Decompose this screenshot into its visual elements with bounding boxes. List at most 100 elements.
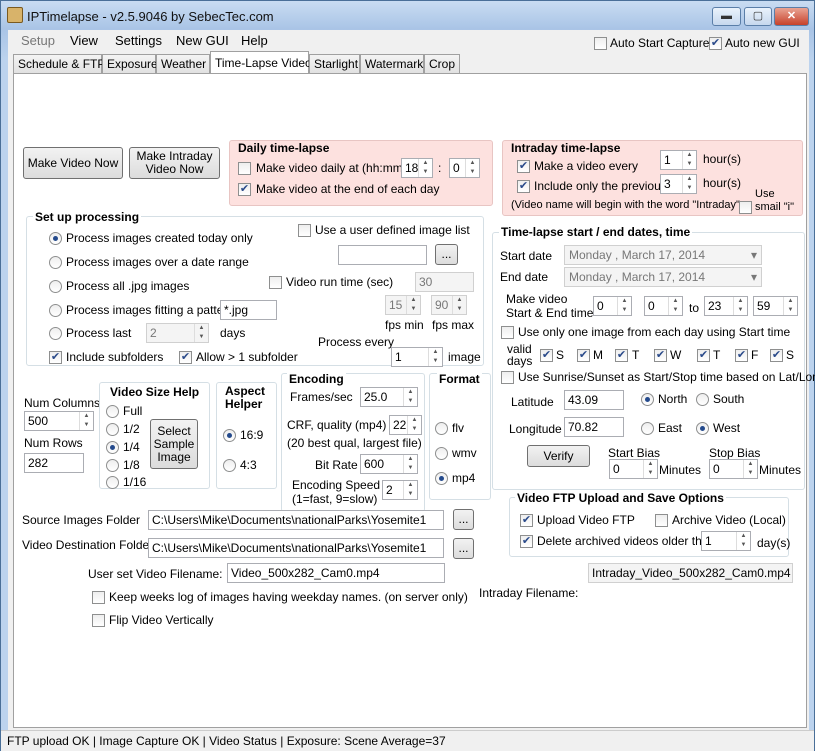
spin-arrows-icon[interactable]: ▲ ▼ [406,296,420,314]
east-radio[interactable] [641,422,654,435]
dest-folder-browse-button[interactable]: ... [453,538,474,559]
spin-arrows-icon[interactable]: ▲ ▼ [682,175,696,193]
process-every-spinner[interactable]: 1 ▲ ▼ [391,347,443,367]
pattern-radio[interactable] [49,304,62,317]
spin-arrows-icon[interactable]: ▲ ▼ [452,296,466,314]
minimize-button[interactable]: ▬ [712,7,741,26]
start-bias-spinner[interactable]: 0 ▲ ▼ [609,459,658,479]
previous-hours-spinner[interactable]: 3 ▲ ▼ [660,174,697,194]
tab-exposure[interactable]: Exposure [102,54,158,74]
weekday-sat-checkbox[interactable]: ✔ [770,349,783,362]
spin-arrows-icon[interactable]: ▲ ▼ [783,297,797,315]
make-daily-checkbox[interactable] [238,162,251,175]
every-hours-spinner[interactable]: 1 ▲ ▼ [660,150,697,170]
select-sample-image-button[interactable]: Select Sample Image [150,419,198,469]
close-button[interactable]: ✕ [774,7,809,26]
today-only-radio[interactable] [49,232,62,245]
all-jpg-radio[interactable] [49,280,62,293]
menu-settings[interactable]: Settings [115,33,162,48]
weekday-fri-checkbox[interactable]: ✔ [735,349,748,362]
auto-new-gui-checkbox[interactable]: ✔ [709,37,722,50]
daily-hour-spinner[interactable]: 18 ▲ ▼ [401,158,433,178]
weekday-sun-checkbox[interactable]: ✔ [540,349,553,362]
tab-starlight[interactable]: Starlight [309,54,360,74]
spin-arrows-icon[interactable]: ▲ ▼ [668,297,682,315]
flip-video-checkbox[interactable] [92,614,105,627]
user-list-checkbox[interactable] [298,224,311,237]
delete-days-spinner[interactable]: 1 ▲ ▼ [701,531,751,551]
user-list-input[interactable] [338,245,427,265]
format-wmv-radio[interactable] [435,447,448,460]
date-range-radio[interactable] [49,256,62,269]
archive-video-checkbox[interactable] [655,514,668,527]
start-hour-spinner[interactable]: 0 ▲ ▼ [593,296,632,316]
fps-spinner[interactable]: 25.0 ▲ ▼ [360,387,418,407]
spin-arrows-icon[interactable]: ▲ ▼ [428,348,442,366]
make-every-checkbox[interactable]: ✔ [517,160,530,173]
north-radio[interactable] [641,393,654,406]
end-minute-spinner[interactable]: 59 ▲ ▼ [753,296,798,316]
source-folder-browse-button[interactable]: ... [453,509,474,530]
tab-watermark[interactable]: Watermark [360,54,424,74]
weekday-tue-checkbox[interactable]: ✔ [615,349,628,362]
process-last-radio[interactable] [49,327,62,340]
calendar-dropdown-icon[interactable]: ▾ [751,270,757,284]
menu-view[interactable]: View [70,33,98,48]
upload-ftp-checkbox[interactable]: ✔ [520,514,533,527]
spin-arrows-icon[interactable]: ▲ ▼ [403,481,417,499]
fps-min-spinner[interactable]: 15 ▲ ▼ [385,295,421,315]
spin-arrows-icon[interactable]: ▲ ▼ [79,412,93,430]
weekday-thu-checkbox[interactable]: ✔ [697,349,710,362]
calendar-dropdown-icon[interactable]: ▾ [751,248,757,262]
format-flv-radio[interactable] [435,422,448,435]
spin-arrows-icon[interactable]: ▲ ▼ [682,151,696,169]
spin-arrows-icon[interactable]: ▲ ▼ [643,460,657,478]
crf-spinner[interactable]: 22 ▲ ▼ [389,415,422,435]
west-radio[interactable] [696,422,709,435]
spin-arrows-icon[interactable]: ▲ ▼ [418,159,432,177]
start-minute-spinner[interactable]: 0 ▲ ▼ [644,296,683,316]
size-full-radio[interactable] [106,405,119,418]
spin-arrows-icon[interactable]: ▲ ▼ [733,297,747,315]
aspect-169-radio[interactable] [223,429,236,442]
menu-setup[interactable]: Setup [21,33,55,48]
maximize-button[interactable]: ▢ [744,7,772,26]
size-half-radio[interactable] [106,423,119,436]
user-filename-input[interactable]: Video_500x282_Cam0.mp4 [227,563,445,583]
sunrise-checkbox[interactable] [501,371,514,384]
allow-subfolder-checkbox[interactable]: ✔ [179,351,192,364]
speed-spinner[interactable]: 2 ▲ ▼ [382,480,418,500]
spin-arrows-icon[interactable]: ▲ ▼ [403,455,417,473]
use-small-i-checkbox[interactable] [739,201,752,214]
daily-minute-spinner[interactable]: 0 ▲ ▼ [449,158,480,178]
run-time-input[interactable]: 30 [415,272,474,292]
one-image-checkbox[interactable] [501,326,514,339]
tab-weather[interactable]: Weather [156,54,210,74]
process-last-spinner[interactable]: 2 ▲ ▼ [146,323,209,343]
user-list-browse-button[interactable]: ... [435,244,458,265]
make-intraday-button[interactable]: Make Intraday Video Now [129,147,220,179]
end-date-picker[interactable]: Monday , March 17, 2014 ▾ [564,267,762,287]
fps-max-spinner[interactable]: 90 ▲ ▼ [431,295,467,315]
dest-folder-input[interactable]: C:\Users\Mike\Documents\nationalParks\Yo… [148,538,444,558]
tab-schedule-ftp[interactable]: Schedule & FTP [13,54,105,74]
auto-start-checkbox[interactable] [594,37,607,50]
end-hour-spinner[interactable]: 23 ▲ ▼ [704,296,748,316]
num-rows-input[interactable]: 282 [24,453,84,473]
tab-time-lapse-video[interactable]: Time-Lapse Video [210,51,312,75]
weekday-mon-checkbox[interactable]: ✔ [577,349,590,362]
spin-arrows-icon[interactable]: ▲ ▼ [194,324,208,342]
menu-help[interactable]: Help [241,33,268,48]
spin-arrows-icon[interactable]: ▲ ▼ [403,388,417,406]
weekday-wed-checkbox[interactable]: ✔ [654,349,667,362]
include-subfolders-checkbox[interactable]: ✔ [49,351,62,364]
size-sixteenth-radio[interactable] [106,476,119,489]
pattern-input[interactable]: *.jpg [220,300,277,320]
size-quarter-radio[interactable] [106,441,119,454]
tab-crop[interactable]: Crop [424,54,460,74]
start-date-picker[interactable]: Monday , March 17, 2014 ▾ [564,245,762,265]
verify-button[interactable]: Verify [527,445,590,467]
south-radio[interactable] [696,393,709,406]
source-folder-input[interactable]: C:\Users\Mike\Documents\nationalParks\Yo… [148,510,444,530]
spin-arrows-icon[interactable]: ▲ ▼ [736,532,750,550]
